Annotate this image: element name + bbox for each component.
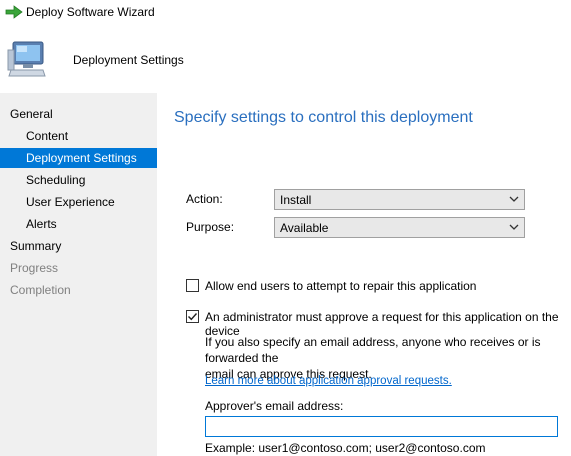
sidebar-item-progress: Progress (10, 261, 59, 275)
sidebar-item-summary[interactable]: Summary (10, 236, 61, 256)
action-label: Action: (186, 192, 223, 206)
purpose-value: Available (280, 221, 329, 235)
repair-checkbox-label: Allow end users to attempt to repair thi… (205, 279, 477, 293)
chevron-down-icon (509, 196, 519, 202)
checkmark-icon (188, 313, 198, 321)
sidebar-item-user-experience[interactable]: User Experience (26, 192, 115, 212)
approval-description-line-1: If you also specify an email address, an… (205, 335, 541, 365)
sidebar-item-content[interactable]: Content (26, 126, 68, 146)
email-label: Approver's email address: (205, 399, 344, 413)
chevron-down-icon (509, 224, 519, 230)
sidebar-item-general[interactable]: General (10, 104, 53, 124)
main-content: Specify settings to control this deploym… (158, 93, 571, 456)
repair-checkbox[interactable] (186, 279, 199, 292)
wizard-arrow-icon (5, 5, 23, 19)
window-title: Deploy Software Wizard (26, 5, 155, 19)
wizard-sidebar: General Content Deployment Settings Sche… (0, 93, 157, 456)
email-example: Example: user1@contoso.com; user2@contos… (205, 441, 486, 455)
sidebar-item-deployment-settings[interactable]: Deployment Settings (0, 148, 157, 168)
sidebar-item-completion: Completion (10, 283, 71, 297)
sidebar-item-scheduling[interactable]: Scheduling (26, 170, 85, 190)
page-title: Specify settings to control this deploym… (174, 109, 473, 126)
action-select[interactable]: Install (274, 189, 525, 210)
page-heading: Deployment Settings (73, 53, 184, 67)
learn-more-link[interactable]: Learn more about application approval re… (205, 375, 452, 387)
title-bar: Deploy Software Wizard (0, 0, 571, 26)
purpose-label: Purpose: (186, 220, 235, 234)
action-value: Install (280, 193, 312, 207)
approver-email-input[interactable] (205, 416, 558, 437)
approval-checkbox[interactable] (186, 310, 199, 323)
computer-icon (7, 41, 46, 77)
purpose-select[interactable]: Available (274, 217, 525, 238)
wizard-header: Deployment Settings (0, 26, 571, 92)
sidebar-item-alerts[interactable]: Alerts (26, 214, 57, 234)
